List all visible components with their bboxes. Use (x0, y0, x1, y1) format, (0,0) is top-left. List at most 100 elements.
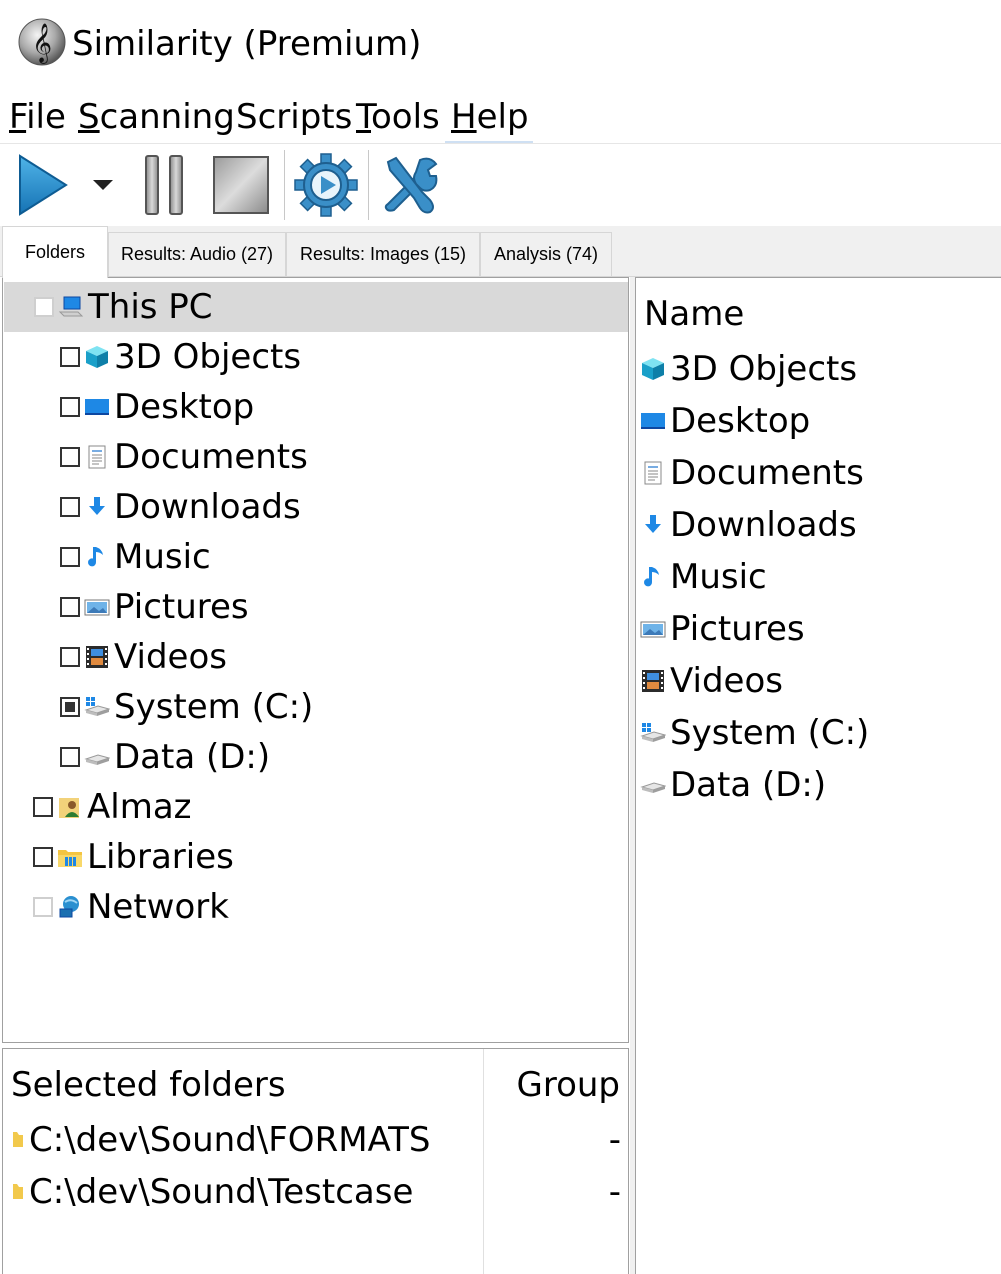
table-row[interactable]: C:\dev\Sound\Testcase - (11, 1167, 621, 1217)
tree-checkbox[interactable] (60, 747, 80, 767)
window-title: Similarity (Premium) (72, 24, 422, 64)
desktop-icon (84, 394, 110, 420)
toolbar-separator (284, 150, 285, 220)
folder-group: - (608, 1120, 621, 1160)
download-arrow-icon (84, 494, 110, 520)
menu-bar: File Scanning Scripts Tools Help (0, 92, 1001, 142)
tree-checkbox[interactable] (60, 597, 80, 617)
picture-icon (84, 594, 110, 620)
play-button[interactable] (14, 148, 70, 222)
pause-button[interactable] (140, 148, 190, 222)
tree-item-libraries[interactable]: Libraries (33, 832, 234, 882)
list-item-label: Downloads (670, 505, 857, 545)
tree-item-network[interactable]: Network (33, 882, 229, 932)
tree-checkbox[interactable] (60, 397, 80, 417)
tree-item-label: Data (D:) (114, 737, 271, 777)
tools-button[interactable] (376, 148, 446, 222)
tree-checkbox[interactable] (34, 297, 54, 317)
list-item[interactable]: Desktop (640, 396, 810, 446)
tab-results-audio[interactable]: Results: Audio (27) (108, 232, 286, 276)
document-icon (640, 460, 666, 486)
folder-tree[interactable]: This PC 3D Objects Desktop Documents Dow… (2, 277, 629, 1043)
tree-item-music[interactable]: Music (60, 532, 211, 582)
pause-icon (145, 155, 183, 215)
tree-checkbox[interactable] (60, 447, 80, 467)
tab-results-images[interactable]: Results: Images (15) (286, 232, 480, 276)
menu-help[interactable]: Help (451, 94, 529, 140)
menu-tools[interactable]: Tools (356, 94, 440, 140)
tree-item-data-d[interactable]: Data (D:) (60, 732, 270, 782)
list-item-label: Desktop (670, 401, 811, 441)
list-item[interactable]: Pictures (640, 604, 805, 654)
film-icon (84, 644, 110, 670)
menu-scanning[interactable]: Scanning (78, 94, 235, 140)
list-item-label: Data (D:) (670, 765, 827, 805)
system-drive-icon (84, 694, 110, 720)
table-row[interactable]: C:\dev\Sound\FORMATS - (11, 1115, 621, 1165)
list-item-label: Documents (670, 453, 864, 493)
list-item[interactable]: Documents (640, 448, 864, 498)
tree-checkbox[interactable] (60, 547, 80, 567)
tree-item-pictures[interactable]: Pictures (60, 582, 249, 632)
tree-checkbox[interactable] (60, 647, 80, 667)
document-icon (84, 444, 110, 470)
tree-item-desktop[interactable]: Desktop (60, 382, 254, 432)
tree-item-label: Pictures (114, 587, 249, 627)
list-item-label: Music (670, 557, 767, 597)
tree-item-system-c[interactable]: System (C:) (60, 682, 313, 732)
list-item[interactable]: 3D Objects (640, 344, 857, 394)
computer-icon (58, 294, 84, 320)
file-list[interactable]: Name 3D Objects Desktop Documents Downlo… (635, 277, 1001, 1274)
column-header-name[interactable]: Name (644, 292, 744, 336)
settings-run-button[interactable] (292, 148, 360, 222)
play-dropdown-button[interactable] (88, 148, 118, 222)
play-icon (19, 154, 68, 216)
wrench-screwdriver-icon (384, 156, 438, 214)
tree-checkbox[interactable] (33, 847, 53, 867)
tab-folders[interactable]: Folders (2, 226, 108, 278)
column-header-group[interactable]: Group (516, 1063, 620, 1107)
cube-icon (640, 356, 666, 382)
tree-item-videos[interactable]: Videos (60, 632, 227, 682)
film-icon (640, 668, 666, 694)
menu-scripts[interactable]: Scripts (236, 94, 352, 140)
tab-analysis[interactable]: Analysis (74) (480, 232, 612, 276)
tree-item-downloads[interactable]: Downloads (60, 482, 301, 532)
list-item-label: Videos (670, 661, 783, 701)
list-item[interactable]: Data (D:) (640, 760, 826, 810)
list-item-label: 3D Objects (670, 349, 858, 389)
stop-icon (213, 156, 269, 214)
tree-checkbox[interactable] (60, 347, 80, 367)
tree-checkbox[interactable] (33, 797, 53, 817)
tree-item-3d-objects[interactable]: 3D Objects (60, 332, 301, 382)
drive-icon (640, 772, 666, 798)
tree-item-almaz[interactable]: Almaz (33, 782, 192, 832)
tree-checkbox[interactable] (60, 497, 80, 517)
selected-folders-list[interactable]: Selected folders Group C:\dev\Sound\FORM… (2, 1048, 629, 1274)
folder-path: C:\dev\Sound\Testcase (29, 1172, 414, 1212)
list-item[interactable]: System (C:) (640, 708, 869, 758)
menu-file[interactable]: File (9, 94, 66, 140)
column-header-selected-folders[interactable]: Selected folders (11, 1063, 286, 1107)
folder-group: - (608, 1172, 621, 1212)
libraries-icon (57, 844, 83, 870)
tree-checkbox[interactable] (60, 697, 80, 717)
tree-item-label: Downloads (114, 487, 301, 527)
picture-icon (640, 616, 666, 642)
tree-item-this-pc[interactable]: This PC (4, 282, 628, 332)
list-item[interactable]: Downloads (640, 500, 857, 550)
list-item[interactable]: Videos (640, 656, 783, 706)
tree-item-documents[interactable]: Documents (60, 432, 308, 482)
chevron-down-icon (93, 180, 113, 190)
list-item[interactable]: Music (640, 552, 767, 602)
stop-button[interactable] (210, 148, 272, 222)
tree-item-label: System (C:) (114, 687, 314, 727)
title-bar: 𝄞 Similarity (Premium) (0, 0, 1001, 90)
desktop-icon (640, 408, 666, 434)
tree-item-label: Desktop (114, 387, 255, 427)
list-item-label: Pictures (670, 609, 805, 649)
tree-checkbox[interactable] (33, 897, 53, 917)
gear-play-icon (294, 153, 358, 217)
drive-icon (84, 744, 110, 770)
tree-item-label: Libraries (87, 837, 234, 877)
